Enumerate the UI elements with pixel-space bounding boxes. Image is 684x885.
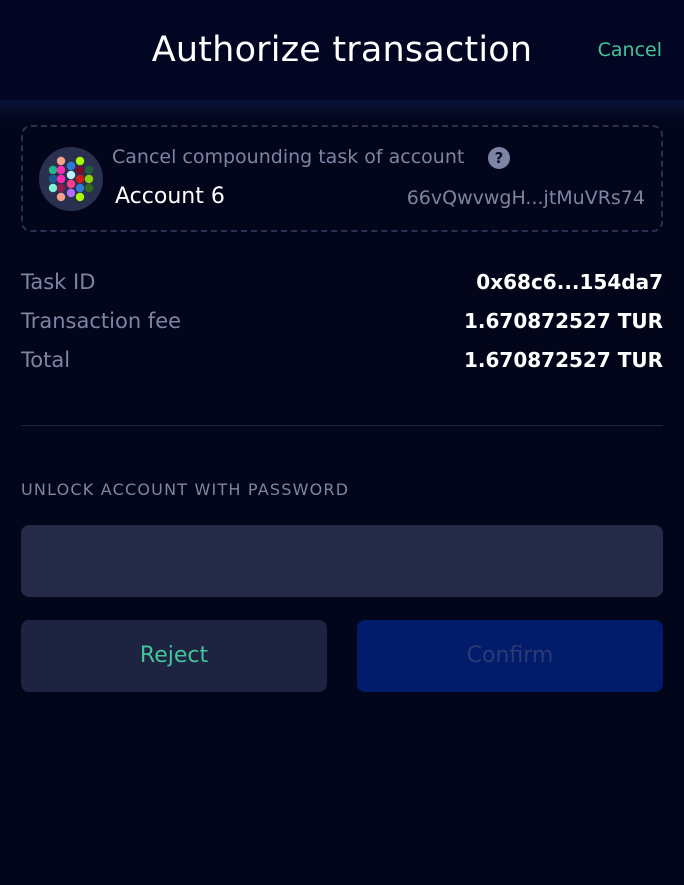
password-label: UNLOCK ACCOUNT WITH PASSWORD <box>21 480 350 499</box>
account-name: Account 6 <box>115 184 225 209</box>
detail-label: Total <box>21 348 71 372</box>
detail-row-task-id: Task ID 0x68c6...154da7 <box>21 270 663 298</box>
detail-value: 1.670872527 TUR <box>463 348 663 372</box>
cancel-button[interactable]: Cancel <box>598 39 662 61</box>
header-divider-glow <box>0 100 684 122</box>
help-icon[interactable]: ? <box>488 147 510 169</box>
confirm-button[interactable]: Confirm <box>357 620 663 692</box>
account-card: Cancel compounding task of account ? Acc… <box>21 125 663 232</box>
account-address: 66vQwvwgH...jtMuVRs74 <box>406 187 645 209</box>
transaction-description: Cancel compounding task of account <box>112 146 465 168</box>
detail-value: 0x68c6...154da7 <box>476 270 663 294</box>
section-divider <box>21 425 663 426</box>
detail-row-transaction-fee: Transaction fee 1.670872527 TUR <box>21 309 663 337</box>
detail-label: Transaction fee <box>21 309 182 333</box>
page-title: Authorize transaction <box>151 30 533 70</box>
detail-label: Task ID <box>21 270 96 294</box>
detail-row-total: Total 1.670872527 TUR <box>21 348 663 376</box>
account-avatar-icon <box>39 147 103 211</box>
password-input[interactable] <box>21 525 663 597</box>
detail-value: 1.670872527 TUR <box>463 309 663 333</box>
reject-button[interactable]: Reject <box>21 620 327 692</box>
